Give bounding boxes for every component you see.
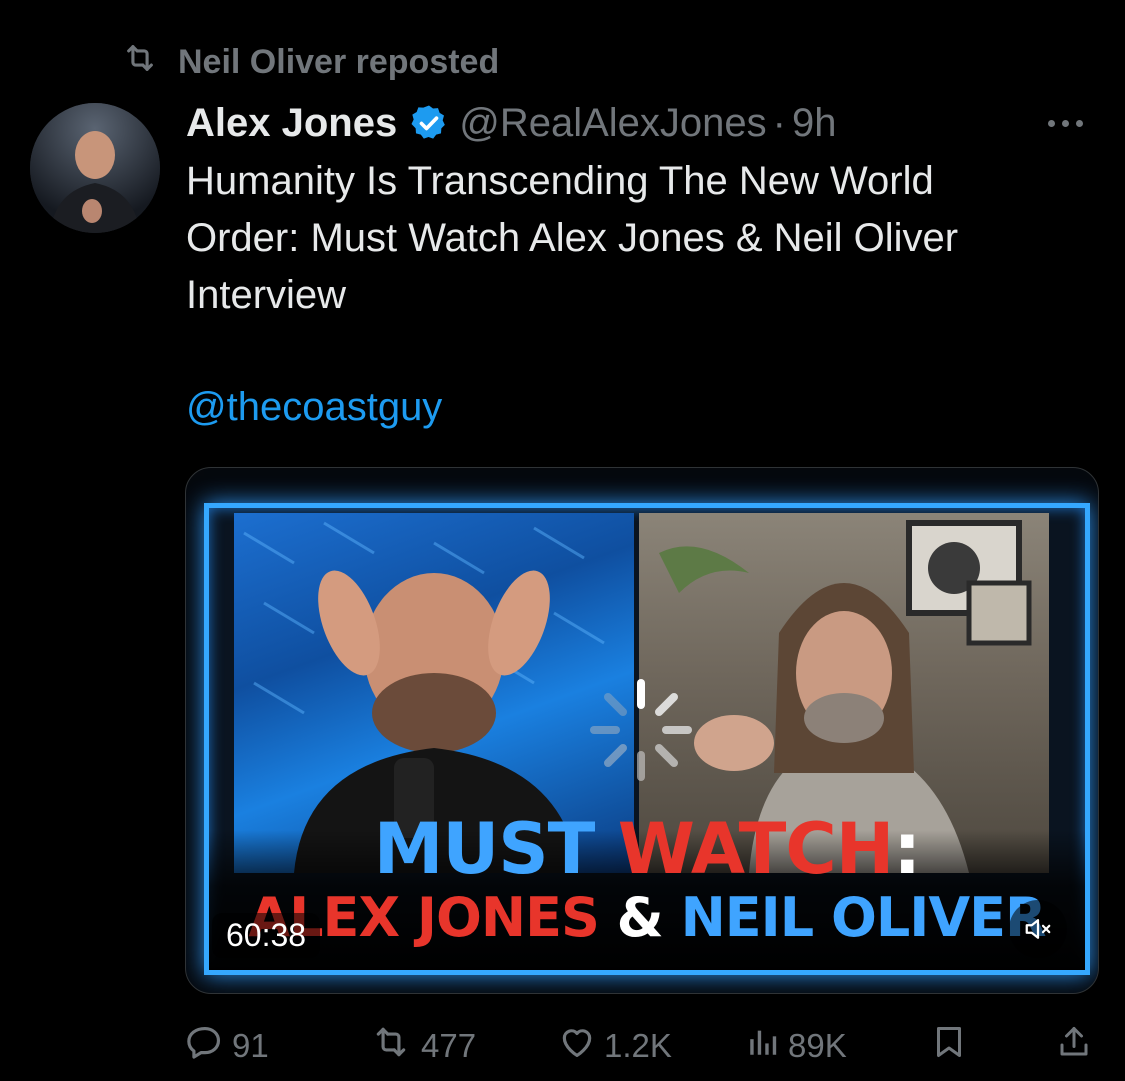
author-handle[interactable]: @RealAlexJones bbox=[459, 101, 766, 146]
mention-link[interactable]: @thecoastguy bbox=[186, 385, 442, 430]
bookmark-button[interactable] bbox=[931, 1018, 967, 1074]
thumbnail-title-line2: ALEX JONES & NEIL OLIVER bbox=[209, 886, 1085, 949]
tweet-action-bar: 91 477 1.2K 89K bbox=[186, 1018, 1092, 1074]
heart-icon bbox=[558, 1023, 596, 1069]
bookmark-icon bbox=[931, 1022, 967, 1070]
thumbnail-ampersand: & bbox=[616, 886, 681, 949]
share-button[interactable] bbox=[1056, 1018, 1092, 1074]
like-button[interactable]: 1.2K bbox=[558, 1018, 672, 1074]
repost-icon bbox=[118, 41, 162, 84]
avatar[interactable] bbox=[30, 103, 160, 233]
author-name[interactable]: Alex Jones bbox=[186, 101, 397, 146]
repost-count: 477 bbox=[421, 1027, 477, 1064]
reply-count: 91 bbox=[232, 1027, 269, 1064]
views-button[interactable]: 89K bbox=[746, 1018, 847, 1074]
verified-badge-icon[interactable] bbox=[409, 103, 449, 143]
separator-dot: · bbox=[772, 100, 786, 145]
thumbnail-neil-oliver: NEIL OLIVER bbox=[680, 886, 1047, 949]
thumbnail-must: MUST bbox=[373, 808, 618, 890]
thumbnail-colon: : bbox=[893, 808, 921, 890]
tweet-header: Alex Jones @RealAlexJones · 9h bbox=[186, 98, 836, 148]
repost-indicator[interactable]: Neil Oliver reposted bbox=[118, 40, 499, 84]
speaker-muted-icon[interactable] bbox=[1009, 900, 1067, 958]
repost-action-icon bbox=[369, 1023, 413, 1069]
view-count: 89K bbox=[788, 1027, 847, 1064]
thumbnail-title-line1: MUST WATCH: bbox=[209, 808, 1085, 890]
video-duration: 60:38 bbox=[212, 913, 321, 958]
thumbnail-watch: WATCH bbox=[617, 808, 895, 890]
like-count: 1.2K bbox=[604, 1027, 672, 1064]
repost-label: Neil Oliver reposted bbox=[178, 42, 500, 81]
share-icon bbox=[1056, 1022, 1092, 1070]
loading-spinner-icon bbox=[586, 675, 696, 785]
video-player[interactable]: MUST WATCH: ALEX JONES & NEIL OLIVER 60:… bbox=[185, 467, 1099, 994]
tweet-timestamp[interactable]: 9h bbox=[792, 101, 837, 146]
repost-button[interactable]: 477 bbox=[369, 1018, 476, 1074]
reply-icon bbox=[186, 1023, 224, 1069]
reply-button[interactable]: 91 bbox=[186, 1018, 269, 1074]
more-options-icon[interactable] bbox=[1035, 108, 1095, 138]
bar-chart-icon bbox=[746, 1023, 780, 1069]
tweet-text: Humanity Is Transcending The New World O… bbox=[186, 159, 959, 317]
